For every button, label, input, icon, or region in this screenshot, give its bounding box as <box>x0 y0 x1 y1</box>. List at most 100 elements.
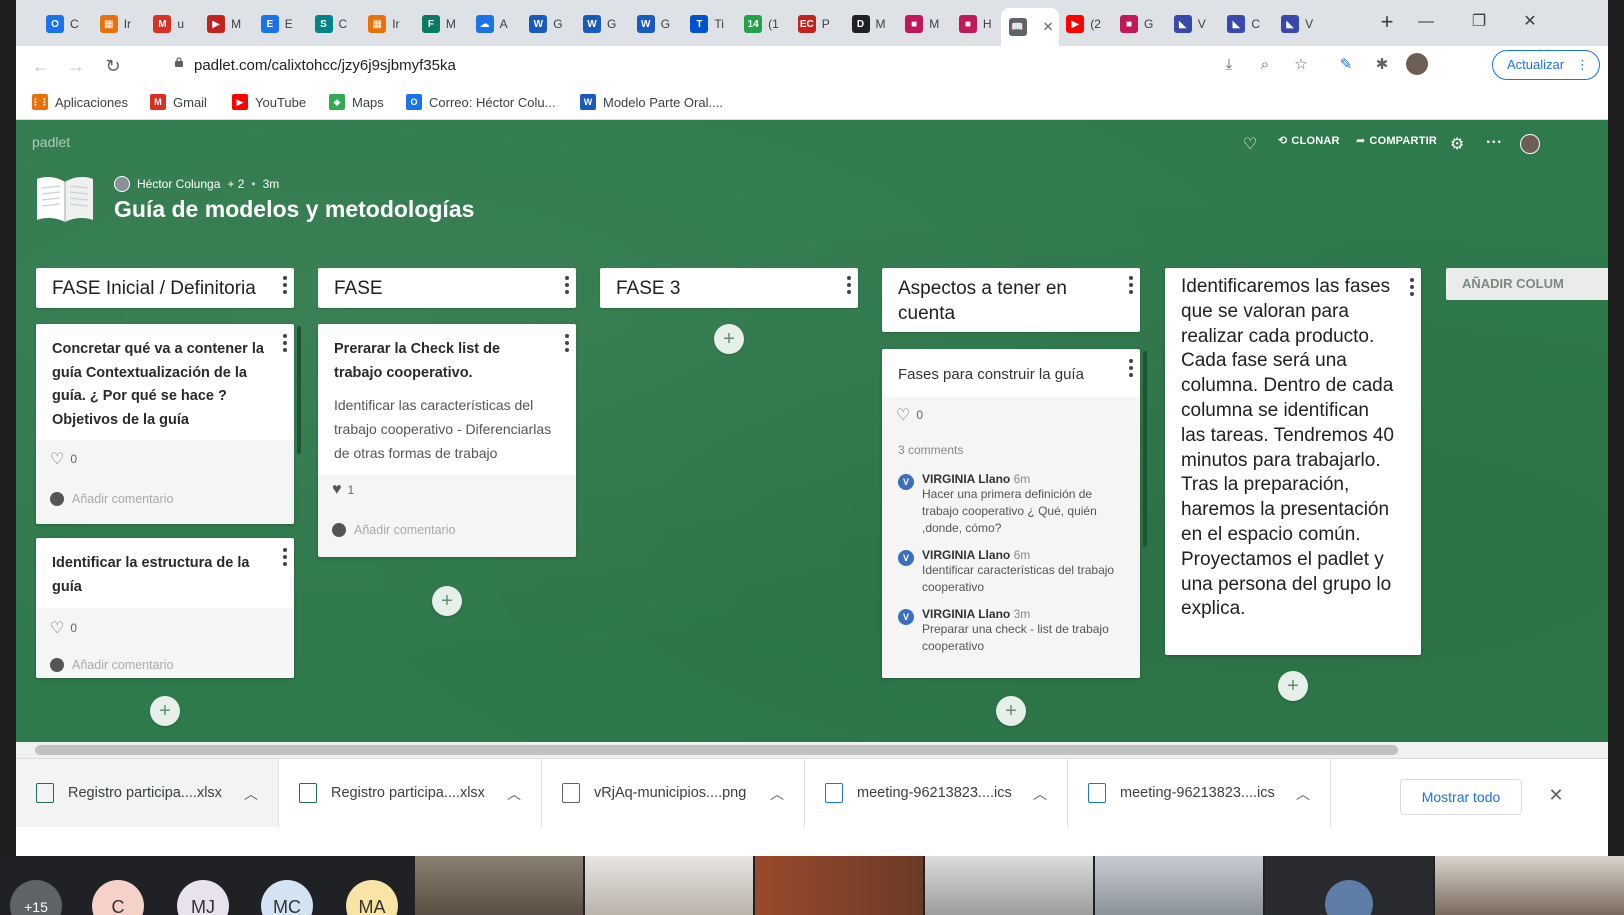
update-button[interactable]: Actualizar ⋮ <box>1492 50 1600 80</box>
browser-tab[interactable]: 14 (1 <box>736 8 786 40</box>
commenter-avatar[interactable]: V <box>898 609 914 625</box>
post-card[interactable]: Concretar qué va a contener la guía Cont… <box>36 324 294 524</box>
browser-tab[interactable]: T Ti <box>682 8 732 40</box>
column-header-fase-3[interactable]: FASE 3 <box>600 268 858 308</box>
bookmark-star-icon[interactable]: ☆ <box>1289 53 1313 77</box>
chevron-up-icon[interactable]: ︿ <box>1296 784 1310 804</box>
column-scrollbar[interactable] <box>297 326 301 454</box>
extensions-puzzle-icon[interactable]: ✱ <box>1370 53 1394 77</box>
column-header-fase-inicial[interactable]: FASE Inicial / Definitoria <box>36 268 294 308</box>
profile-avatar[interactable] <box>1406 53 1428 75</box>
download-item[interactable]: Registro participa....xlsx ︿ <box>279 759 542 827</box>
note-menu-icon[interactable] <box>1409 278 1415 296</box>
more-options-icon[interactable]: ··· <box>1486 134 1503 152</box>
browser-tab[interactable]: DM <box>844 8 894 40</box>
add-post-button[interactable]: + <box>714 324 744 354</box>
browser-tab[interactable]: WG <box>521 8 571 40</box>
padlet-user-avatar[interactable] <box>1520 134 1540 154</box>
participant-video[interactable] <box>1095 856 1263 915</box>
browser-tab[interactable]: ▦ Ir <box>92 8 142 40</box>
post-menu-icon[interactable] <box>282 548 288 566</box>
post-menu-icon[interactable] <box>564 334 570 352</box>
browser-tab[interactable]: ◣ V <box>1166 8 1216 40</box>
browser-tab[interactable]: ■ M <box>897 8 947 40</box>
note-card[interactable]: Identificaremos las fases que se valoran… <box>1165 268 1421 655</box>
close-tab-icon[interactable]: ✕ <box>1043 19 1054 35</box>
minimize-icon[interactable]: — <box>1406 8 1446 36</box>
add-post-button[interactable]: + <box>150 696 180 726</box>
bookmark-item[interactable]: W Modelo Parte Oral.... <box>580 94 723 110</box>
commenter-avatar[interactable]: V <box>898 474 914 490</box>
add-column-button[interactable]: AÑADIR COLUM <box>1446 268 1608 300</box>
close-downloads-icon[interactable]: ✕ <box>1544 783 1568 807</box>
participant-video[interactable] <box>415 856 583 915</box>
participant-avatar[interactable]: MA <box>346 880 398 915</box>
comment-author[interactable]: VIRGINIA Llano <box>922 548 1010 562</box>
add-post-button[interactable]: + <box>1278 671 1308 701</box>
like-button[interactable]: ♡ 0 <box>50 618 77 638</box>
forward-icon[interactable]: → <box>63 53 89 79</box>
download-item[interactable]: vRjAq-municipios....png ︿ <box>542 759 805 827</box>
author-avatar[interactable] <box>114 176 130 192</box>
add-post-button[interactable]: + <box>996 696 1026 726</box>
like-button[interactable]: ♡ 0 <box>896 405 923 425</box>
chevron-up-icon[interactable]: ︿ <box>770 784 784 804</box>
add-post-button[interactable]: + <box>432 586 462 616</box>
browser-tab[interactable]: OC <box>38 8 88 40</box>
post-menu-icon[interactable] <box>282 334 288 352</box>
browser-tab[interactable]: ■ G <box>1112 8 1162 40</box>
browser-tab[interactable]: ▶ M <box>199 8 249 40</box>
add-comment-field[interactable]: Añadir comentario <box>332 523 455 537</box>
like-button[interactable]: ♡ 0 <box>50 449 77 469</box>
column-menu-icon[interactable] <box>564 276 570 294</box>
column-header-fase[interactable]: FASE <box>318 268 576 308</box>
bookmark-item[interactable]: ⋮⋮ Aplicaciones <box>31 94 128 110</box>
browser-tab[interactable]: WG <box>575 8 625 40</box>
bookmark-item[interactable]: ▶ YouTube <box>232 94 306 110</box>
browser-tab[interactable]: SC <box>307 8 357 40</box>
participant-video[interactable] <box>1435 856 1624 915</box>
post-card[interactable]: Fases para construir la guía ♡ 0 3 comme… <box>882 349 1140 678</box>
bookmark-item[interactable]: O Correo: Héctor Colu... <box>406 94 555 110</box>
reload-icon[interactable]: ↻ <box>100 53 126 79</box>
install-app-icon[interactable]: ⤓ <box>1217 53 1241 77</box>
post-card[interactable]: Prerarar la Check list de trabajo cooper… <box>318 324 576 557</box>
browser-tab[interactable]: Mu <box>145 8 195 40</box>
participant-video[interactable] <box>585 856 753 915</box>
new-tab-button[interactable]: + <box>1373 8 1401 36</box>
show-all-button[interactable]: Mostrar todo <box>1400 779 1522 815</box>
participants-overflow[interactable]: +15 <box>10 880 62 915</box>
tab-active[interactable]: 📖 ✕ <box>1000 8 1059 46</box>
add-comment-field[interactable]: Añadir comentario <box>50 658 173 672</box>
zoom-icon[interactable]: ⌕ <box>1253 53 1277 77</box>
add-comment-field[interactable]: Añadir comentario <box>50 492 173 506</box>
download-item[interactable]: meeting-96213823....ics ︿ <box>1068 759 1331 827</box>
participant-tile-no-video[interactable] <box>1265 856 1433 915</box>
post-menu-icon[interactable] <box>1128 359 1134 377</box>
settings-gear-icon[interactable]: ⚙ <box>1450 134 1465 154</box>
chevron-up-icon[interactable]: ︿ <box>244 784 258 804</box>
participant-avatar[interactable]: MC <box>261 880 313 915</box>
chevron-up-icon[interactable]: ︿ <box>507 784 521 804</box>
bookmark-item[interactable]: M Gmail <box>150 94 207 110</box>
post-card[interactable]: Identificar la estructura de la guía ♡ 0… <box>36 538 294 678</box>
column-menu-icon[interactable] <box>1128 276 1134 294</box>
browser-tab[interactable]: ▦ Ir <box>360 8 410 40</box>
address-bar[interactable]: padlet.com/calixtohcc/jzy6j9sjbmyf35ka <box>194 46 456 86</box>
column-menu-icon[interactable] <box>282 276 288 294</box>
participant-avatar[interactable]: C <box>92 880 144 915</box>
participant-video[interactable] <box>925 856 1093 915</box>
scrollbar-thumb[interactable] <box>35 745 1398 755</box>
browser-tab[interactable]: FM <box>414 8 464 40</box>
like-button[interactable]: ♥ 1 <box>332 481 354 499</box>
share-button[interactable]: ➦ COMPARTIR <box>1356 134 1437 148</box>
horizontal-scrollbar[interactable] <box>16 742 1608 758</box>
restore-icon[interactable]: ❐ <box>1459 8 1499 36</box>
participant-avatar[interactable]: MJ <box>177 880 229 915</box>
browser-tab[interactable]: WG <box>629 8 679 40</box>
close-window-icon[interactable]: ✕ <box>1510 8 1550 36</box>
column-scrollbar[interactable] <box>1143 351 1147 547</box>
menu-dots-icon[interactable]: ⋮ <box>1576 51 1589 79</box>
browser-tab[interactable]: ☁ A <box>468 8 518 40</box>
bookmark-item[interactable]: ◆ Maps <box>329 94 384 110</box>
